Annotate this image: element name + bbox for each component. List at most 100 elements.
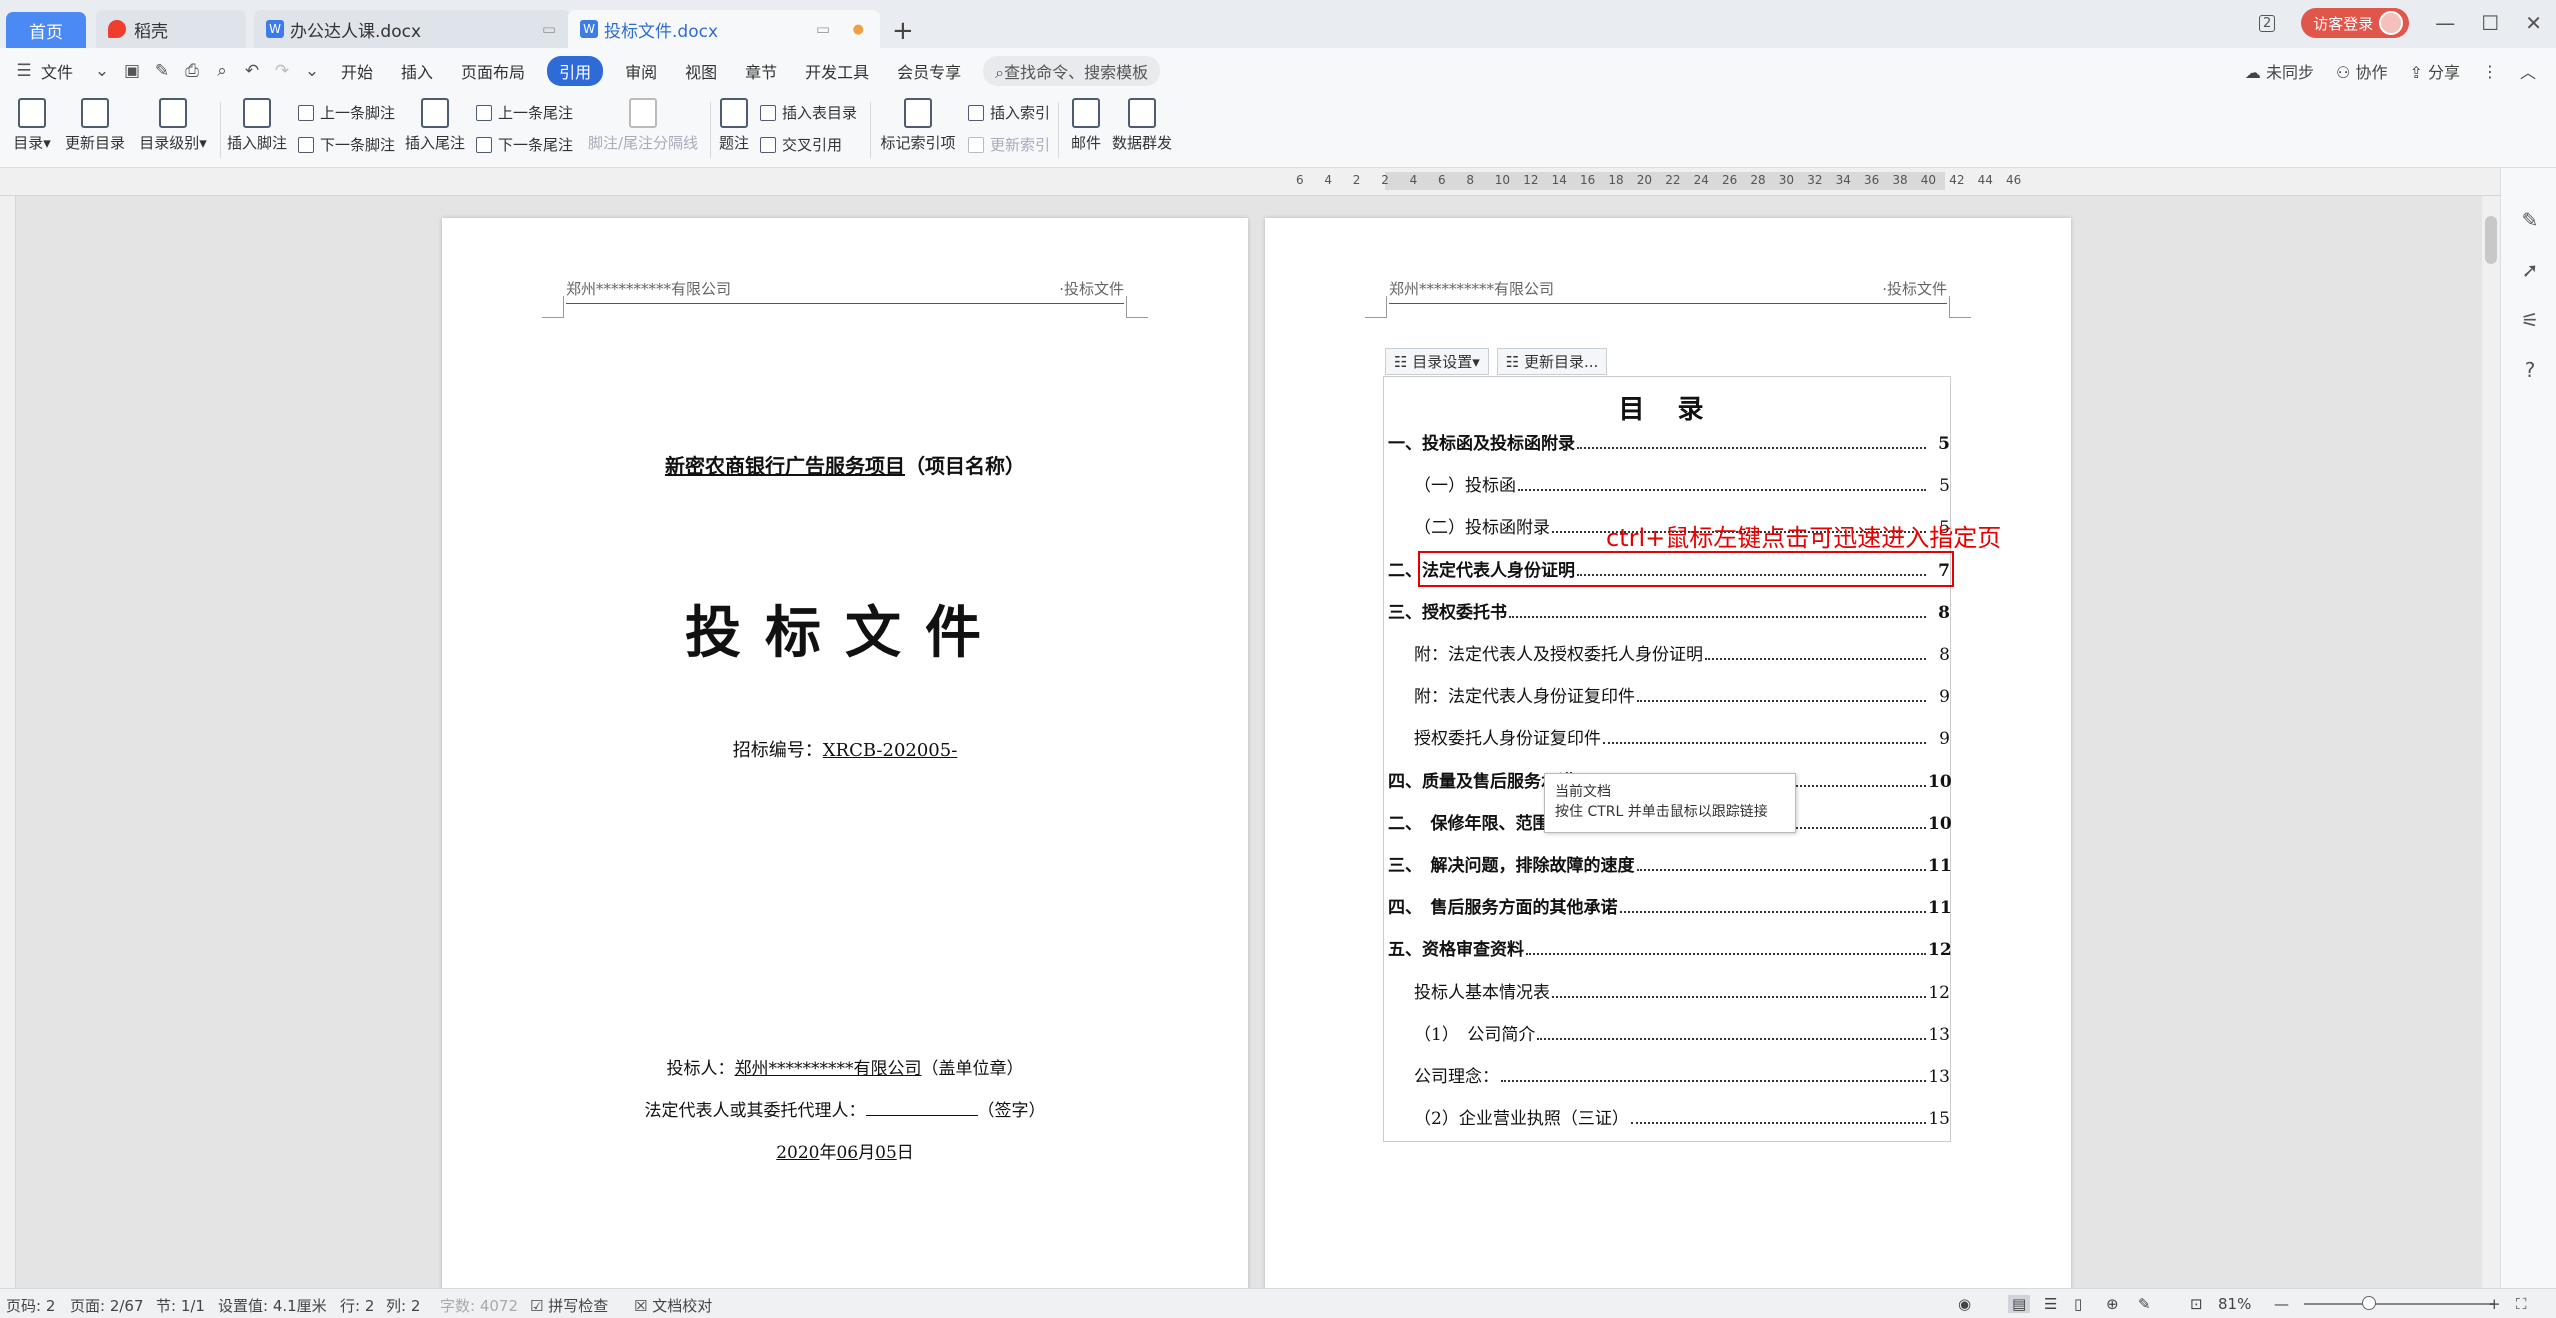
- toc-entry[interactable]: 公司理念： 13: [1384, 1062, 1950, 1087]
- monitor-icon[interactable]: ▭: [542, 20, 556, 38]
- new-tab-button[interactable]: +: [892, 16, 914, 46]
- spell-check-button[interactable]: ☑ 拼写检查: [530, 1295, 608, 1316]
- menu-start[interactable]: 开始: [341, 59, 373, 83]
- zoom-slider[interactable]: [2304, 1303, 2494, 1305]
- status-page[interactable]: 页面: 2/67: [70, 1295, 144, 1316]
- monitor-icon[interactable]: ▭: [816, 20, 830, 38]
- minimize-icon[interactable]: —: [2435, 11, 2455, 35]
- status-setting[interactable]: 设置值: 4.1厘米: [218, 1295, 327, 1316]
- command-search[interactable]: ⌕查找命令、搜索模板: [983, 56, 1161, 86]
- more-icon[interactable]: ⌄: [302, 61, 322, 81]
- unsaved-dot-icon[interactable]: ●: [853, 22, 864, 37]
- menu-developer[interactable]: 开发工具: [805, 59, 869, 83]
- toc-entry[interactable]: 授权委托人身份证复印件 9: [1384, 724, 1950, 749]
- file-menu[interactable]: 文件: [41, 59, 73, 83]
- window-count-badge[interactable]: 2: [2259, 14, 2276, 32]
- menu-member[interactable]: 会员专享: [897, 59, 961, 83]
- zoom-in-icon[interactable]: +: [2488, 1295, 2501, 1313]
- undo-icon[interactable]: ↶: [242, 61, 262, 81]
- vertical-ruler[interactable]: [0, 196, 16, 1288]
- menu-review[interactable]: 审阅: [625, 59, 657, 83]
- menu-references[interactable]: 引用: [547, 56, 604, 86]
- menu-page-layout[interactable]: 页面布局: [461, 59, 525, 83]
- tab-doc1[interactable]: W 办公达人课.docx ▭: [254, 10, 570, 48]
- mark-index-button[interactable]: 标记索引项: [876, 98, 960, 153]
- select-icon[interactable]: ➚: [2519, 258, 2541, 282]
- zoom-out-icon[interactable]: —: [2274, 1295, 2289, 1313]
- menu-view[interactable]: 视图: [685, 59, 717, 83]
- toc-entry[interactable]: 五、资格审查资料 12: [1384, 935, 1952, 960]
- insert-footnote-button[interactable]: 插入脚注: [226, 98, 288, 153]
- zoom-slider-handle[interactable]: [2362, 1296, 2376, 1310]
- toc-button[interactable]: 目录▾: [10, 98, 54, 153]
- toc-entry[interactable]: （1） 公司简介 13: [1384, 1020, 1950, 1045]
- fullscreen-icon[interactable]: ⛶: [2516, 1295, 2527, 1313]
- format-painter-icon[interactable]: ✎: [152, 61, 172, 81]
- prev-footnote-button[interactable]: 上一条脚注: [298, 102, 395, 123]
- status-row[interactable]: 行: 2: [340, 1295, 374, 1316]
- menu-insert[interactable]: 插入: [401, 59, 433, 83]
- data-mass-button[interactable]: 数据群发: [1110, 98, 1174, 153]
- settings-sliders-icon[interactable]: ⚟: [2519, 308, 2541, 332]
- next-endnote-button[interactable]: 下一条尾注: [476, 134, 573, 155]
- menu-section[interactable]: 章节: [745, 59, 777, 83]
- toc-settings-button[interactable]: ☷ 目录设置▾: [1385, 348, 1489, 375]
- print-icon[interactable]: ⎙: [182, 61, 202, 81]
- pen-icon[interactable]: ✎: [2138, 1295, 2151, 1313]
- close-icon[interactable]: ✕: [2525, 11, 2542, 35]
- collab-button[interactable]: ⚇ 协作: [2336, 59, 2387, 83]
- toc-entry[interactable]: 附：法定代表人身份证复印件 9: [1384, 682, 1950, 707]
- page-toc[interactable]: 郑州**********有限公司 ·投标文件 ☷ 目录设置▾ ☷ 更新目录...…: [1265, 218, 2071, 1298]
- redo-icon[interactable]: ↷: [272, 61, 292, 81]
- toc-entry[interactable]: 投标人基本情况表 12: [1384, 978, 1950, 1003]
- status-page-code[interactable]: 页码: 2: [6, 1295, 55, 1316]
- edit-icon[interactable]: ✎: [2519, 208, 2541, 232]
- toc-entry[interactable]: 三、 解决问题，排除故障的速度 11: [1384, 851, 1952, 876]
- help-icon[interactable]: ?: [2519, 358, 2541, 382]
- caption-button[interactable]: 题注: [716, 98, 752, 153]
- web-view-icon[interactable]: ⊕: [2106, 1295, 2119, 1313]
- horizontal-ruler[interactable]: [0, 168, 2556, 196]
- share-button[interactable]: ⇪ 分享: [2409, 59, 2460, 83]
- tab-doc2[interactable]: W 投标文件.docx ▭ ●: [568, 10, 880, 48]
- collapse-ribbon-icon[interactable]: ︿: [2520, 59, 2536, 83]
- zoom-level[interactable]: 81%: [2218, 1295, 2251, 1313]
- print-preview-icon[interactable]: ⌕: [212, 61, 232, 81]
- status-col[interactable]: 列: 2: [386, 1295, 420, 1316]
- chevron-down-icon[interactable]: ⌄: [92, 61, 112, 81]
- insert-endnote-button[interactable]: 插入尾注: [404, 98, 466, 153]
- toc-entry[interactable]: 四、 售后服务方面的其他承诺 11: [1384, 893, 1952, 918]
- mail-button[interactable]: 邮件: [1066, 98, 1106, 153]
- status-words[interactable]: 字数: 4072: [440, 1295, 518, 1316]
- page-cover[interactable]: 郑州**********有限公司 ·投标文件 新密农商银行广告服务项目（项目名称…: [442, 218, 1248, 1298]
- login-button[interactable]: 访客登录: [2301, 8, 2410, 38]
- more-options-icon[interactable]: ⋮: [2482, 62, 2498, 81]
- update-index-button[interactable]: 更新索引: [968, 134, 1050, 155]
- scrollbar-thumb[interactable]: [2485, 216, 2497, 264]
- vertical-scrollbar[interactable]: [2482, 196, 2500, 1288]
- tab-daoke[interactable]: 稻壳: [96, 10, 246, 48]
- update-toc-button[interactable]: 更新目录: [64, 98, 126, 153]
- toc-entry[interactable]: 一、投标函及投标函附录 5: [1384, 429, 1950, 454]
- maximize-icon[interactable]: ☐: [2481, 11, 2499, 35]
- hamburger-icon[interactable]: ☰: [14, 61, 34, 81]
- toc-update-button[interactable]: ☷ 更新目录...: [1496, 348, 1608, 375]
- toc-level-button[interactable]: 目录级别▾: [134, 98, 212, 153]
- eye-icon[interactable]: ◉: [1958, 1295, 1971, 1313]
- insert-table-toc-button[interactable]: 插入表目录: [760, 102, 857, 123]
- sync-button[interactable]: ☁ 未同步: [2245, 59, 2314, 83]
- toc-entry[interactable]: （一）投标函 5: [1384, 471, 1950, 496]
- outline-view-icon[interactable]: ☰: [2044, 1295, 2057, 1313]
- page-view-icon[interactable]: ▤: [2008, 1295, 2031, 1313]
- fit-page-icon[interactable]: ⊡: [2190, 1295, 2203, 1313]
- toc-entry[interactable]: 三、授权委托书 8: [1384, 598, 1950, 623]
- save-icon[interactable]: ▣: [122, 61, 142, 81]
- read-view-icon[interactable]: ▯: [2074, 1295, 2082, 1313]
- cross-ref-button[interactable]: 交叉引用: [760, 134, 842, 155]
- next-footnote-button[interactable]: 下一条脚注: [298, 134, 395, 155]
- toc-entry[interactable]: 附：法定代表人及授权委托人身份证明 8: [1384, 640, 1950, 665]
- prev-endnote-button[interactable]: 上一条尾注: [476, 102, 573, 123]
- proofread-button[interactable]: ☒ 文档校对: [634, 1295, 712, 1316]
- tab-home[interactable]: 首页: [6, 12, 86, 48]
- note-separator-button[interactable]: 脚注/尾注分隔线: [584, 98, 702, 153]
